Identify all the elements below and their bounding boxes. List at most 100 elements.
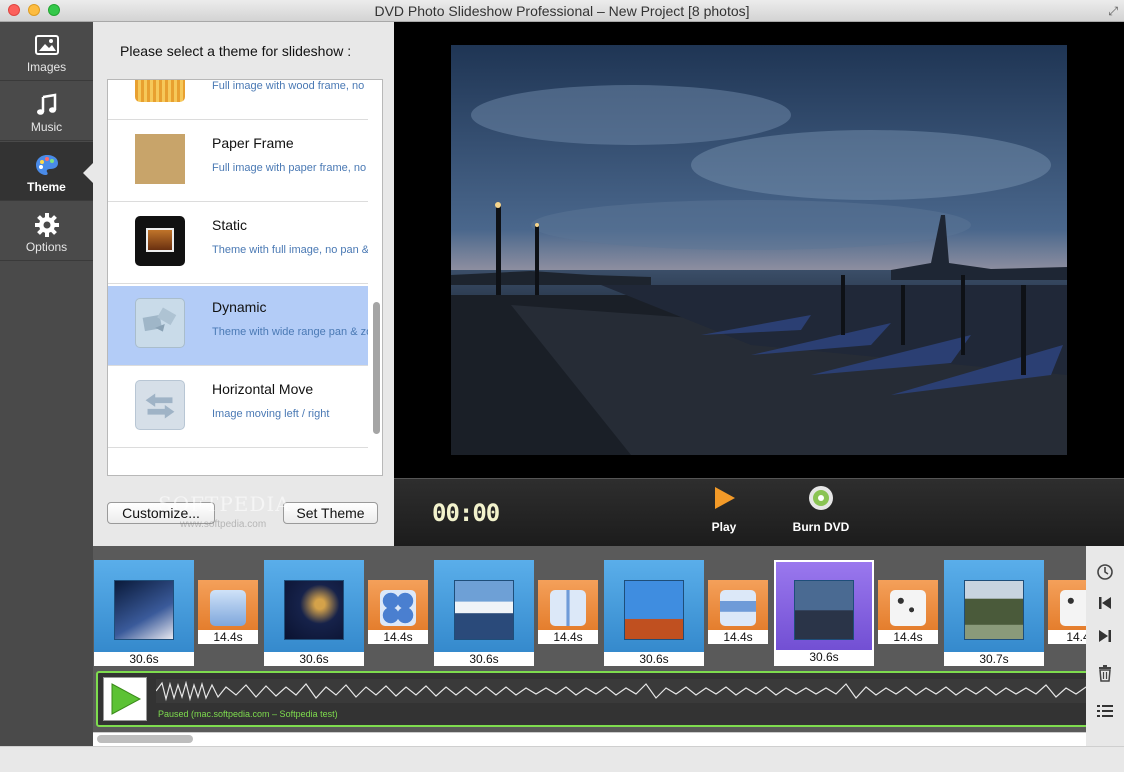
transition-clip[interactable]: 14.4s xyxy=(198,580,258,644)
preview-photo xyxy=(451,45,1067,455)
transition-clip[interactable]: 14.4 xyxy=(1048,580,1086,644)
clip-duration: 30.6s xyxy=(776,650,872,664)
transition-clip[interactable]: 14.4s xyxy=(538,580,598,644)
active-indicator xyxy=(83,163,93,183)
clip-duration: 30.6s xyxy=(434,652,534,666)
theme-panel: Please select a theme for slideshow : Fu… xyxy=(93,22,394,546)
static-thumbnail xyxy=(135,216,185,266)
theme-name: Paper Frame xyxy=(212,135,294,151)
fullscreen-icon[interactable]: ⤢ xyxy=(1108,4,1118,19)
trash-icon[interactable] xyxy=(1096,664,1114,682)
photo-clip[interactable]: 30.7s xyxy=(944,560,1044,666)
burn-dvd-label: Burn DVD xyxy=(792,520,850,534)
transition-duration: 14.4s xyxy=(708,630,768,644)
photo-clip[interactable]: 30.6s xyxy=(94,560,194,666)
image-icon xyxy=(34,35,59,55)
set-theme-button[interactable]: Set Theme xyxy=(283,502,378,524)
burn-dvd-button[interactable]: Burn DVD xyxy=(786,485,856,534)
transition-duration: 14.4s xyxy=(368,630,428,644)
timeline-tools xyxy=(1086,546,1124,746)
softpedia-watermark: SOFTPEDIA xyxy=(158,492,291,516)
sidebar-item-theme[interactable]: Theme xyxy=(0,142,93,201)
preview-area xyxy=(394,22,1124,478)
transition-clip[interactable]: 14.4s xyxy=(368,580,428,644)
transition-clip[interactable]: 14.4s xyxy=(878,580,938,644)
sidebar-item-label: Music xyxy=(30,120,63,134)
theme-item-static[interactable]: Static Theme with full image, no pan & xyxy=(108,204,368,284)
storyboard-timeline: 30.6s 14.4s 30.6s 14.4s 30.6s 14.4s 30.6… xyxy=(93,546,1086,746)
sidebar-item-label: Options xyxy=(25,240,68,254)
play-icon xyxy=(715,487,735,509)
theme-item-paper-frame[interactable]: Paper Frame Full image with paper frame,… xyxy=(108,122,368,202)
playback-timer: 00:00 xyxy=(432,499,500,527)
theme-list[interactable]: Full image with wood frame, no Paper Fra… xyxy=(107,79,383,476)
panel-title: Please select a theme for slideshow : xyxy=(120,43,352,59)
sidebar-item-label: Theme xyxy=(27,180,66,194)
timeline-scroll-thumb[interactable] xyxy=(97,735,193,743)
theme-item-dynamic[interactable]: Dynamic Theme with wide range pan & zo xyxy=(108,286,368,366)
clip-thumbnail xyxy=(964,580,1024,640)
softpedia-watermark-url: www.softpedia.com xyxy=(180,519,267,530)
move-left-icon[interactable] xyxy=(1096,594,1114,612)
palette-icon xyxy=(35,155,58,175)
move-right-icon[interactable] xyxy=(1096,627,1114,645)
theme-list-scroll-thumb[interactable] xyxy=(373,302,380,434)
dvd-disc-icon xyxy=(809,486,833,510)
play-label: Play xyxy=(711,520,737,534)
sidebar-item-images[interactable]: Images xyxy=(0,22,93,81)
sidebar-item-music[interactable]: Music xyxy=(0,82,93,141)
theme-description: Theme with wide range pan & zo xyxy=(212,326,368,338)
window-title: DVD Photo Slideshow Professional – New P… xyxy=(374,3,750,19)
clip-thumbnail xyxy=(624,580,684,640)
theme-item-next[interactable] xyxy=(108,450,368,475)
paper-frame-thumbnail xyxy=(135,134,185,184)
sidebar-item-label: Images xyxy=(26,60,67,74)
audio-play-button[interactable] xyxy=(103,677,147,721)
gear-icon xyxy=(34,213,59,237)
theme-name: Dynamic xyxy=(212,299,267,315)
theme-description: Image moving left / right xyxy=(212,408,330,420)
transition-duration: 14.4s xyxy=(878,630,938,644)
photo-clip[interactable]: 30.6s xyxy=(434,560,534,666)
horizontal-move-thumbnail xyxy=(135,380,185,430)
audio-waveform xyxy=(156,679,1086,703)
transition-clip[interactable]: 14.4s xyxy=(708,580,768,644)
theme-item-wood-frame[interactable]: Full image with wood frame, no xyxy=(108,80,368,120)
wood-frame-thumbnail xyxy=(135,80,185,102)
dice-transition-icon xyxy=(890,590,926,626)
timeline-scrollbar[interactable] xyxy=(93,732,1086,746)
clip-duration: 30.6s xyxy=(264,652,364,666)
audio-track[interactable]: Paused (mac.softpedia.com – Softpedia te… xyxy=(96,671,1086,727)
transition-duration: 14.4s xyxy=(198,630,258,644)
photo-clip-selected[interactable]: 30.6s xyxy=(774,560,874,666)
title-bar: DVD Photo Slideshow Professional – New P… xyxy=(0,0,1124,22)
funnel-transition-icon xyxy=(720,590,756,626)
clip-thumbnail xyxy=(794,580,854,640)
sidebar-item-options[interactable]: Options xyxy=(0,202,93,261)
page-turn-transition-icon xyxy=(210,590,246,626)
sidebar: Images Music Theme Options xyxy=(0,22,93,746)
dynamic-thumbnail xyxy=(135,298,185,348)
theme-description: Full image with wood frame, no xyxy=(212,80,365,92)
photo-clip[interactable]: 30.6s xyxy=(264,560,364,666)
audio-status: Paused (mac.softpedia.com – Softpedia te… xyxy=(158,709,338,719)
theme-description: Theme with full image, no pan & xyxy=(212,244,368,256)
photo-clip[interactable]: 30.6s xyxy=(604,560,704,666)
theme-name: Horizontal Move xyxy=(212,381,314,397)
clip-thumbnail xyxy=(454,580,514,640)
clip-duration: 30.7s xyxy=(944,652,1044,666)
clip-thumbnail xyxy=(284,580,344,640)
circles-transition-icon xyxy=(380,590,416,626)
play-button[interactable]: Play xyxy=(694,485,754,534)
clock-icon[interactable] xyxy=(1096,563,1114,581)
theme-description: Full image with paper frame, no xyxy=(212,162,367,174)
clip-duration: 30.6s xyxy=(94,652,194,666)
clip-duration: 30.6s xyxy=(604,652,704,666)
music-note-icon xyxy=(36,93,56,115)
theme-item-horizontal-move[interactable]: Horizontal Move Image moving left / righ… xyxy=(108,368,368,448)
transition-duration: 14.4 xyxy=(1048,630,1086,644)
dice-transition-icon xyxy=(1060,590,1086,626)
player-controls: 00:00 Play Burn DVD xyxy=(394,478,1124,546)
numbered-list-icon[interactable] xyxy=(1096,702,1114,720)
door-transition-icon xyxy=(550,590,586,626)
